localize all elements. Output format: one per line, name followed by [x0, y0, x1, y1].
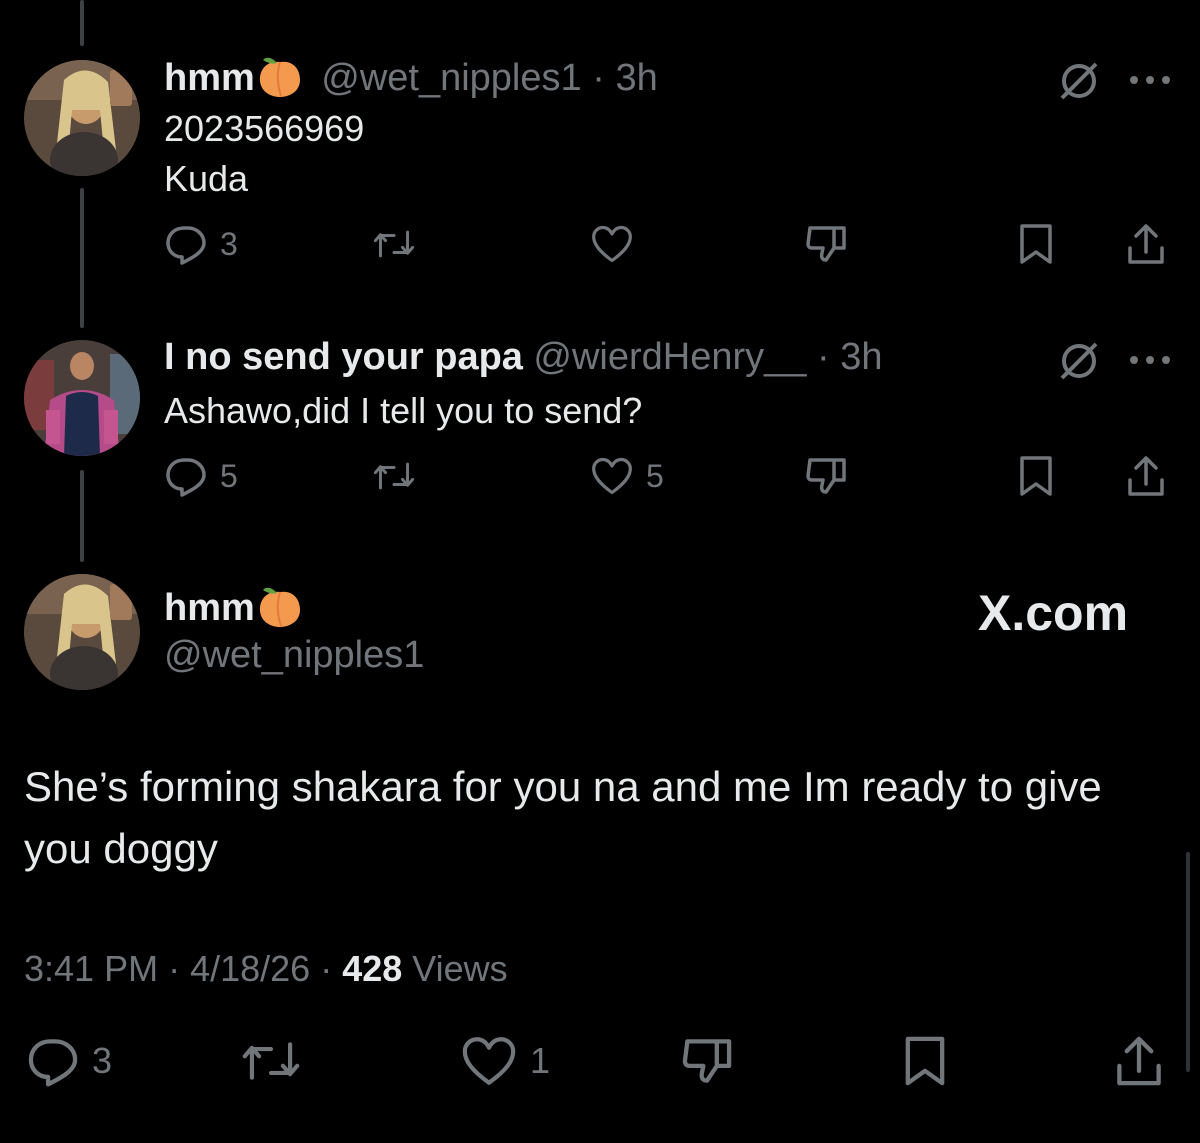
avatar[interactable]	[24, 60, 140, 176]
bookmark-icon	[1020, 456, 1052, 496]
share-button[interactable]	[1124, 222, 1168, 266]
bookmark-button[interactable]	[898, 1034, 952, 1088]
dislike-icon	[806, 458, 846, 494]
tweet-text-line: 2023566969	[164, 108, 365, 149]
like-button[interactable]: 1	[460, 1034, 550, 1088]
reply-count: 3	[92, 1040, 113, 1081]
views-label: Views	[412, 948, 508, 989]
bookmark-icon	[905, 1036, 945, 1086]
tweet-text: Ashawo,did I tell you to send?	[164, 390, 643, 431]
mute-icon[interactable]	[1056, 340, 1102, 387]
mute-icon[interactable]	[1056, 60, 1102, 107]
retweet-button[interactable]	[372, 222, 416, 266]
avatar[interactable]	[24, 340, 140, 456]
avatar[interactable]	[24, 574, 140, 690]
reply-button[interactable]: 5	[164, 454, 238, 498]
dislike-button[interactable]	[680, 1034, 734, 1088]
like-icon	[462, 1037, 516, 1085]
reply-icon	[166, 458, 206, 497]
like-icon	[592, 457, 632, 495]
peach-emoji-icon	[257, 584, 303, 628]
tweet-text: She’s forming shakara for you na and me …	[24, 756, 1102, 880]
tweet1-header: hmm @wet_nipples1 · 3h	[164, 54, 658, 102]
tweet-meta: 3:41 PM · 4/18/26 · 428 Views	[24, 948, 508, 989]
like-button[interactable]: 5	[590, 454, 664, 498]
dislike-icon	[806, 226, 846, 262]
user-handle[interactable]: @wet_nipples1	[164, 634, 424, 677]
watermark: X.com	[978, 585, 1129, 641]
reply-icon	[166, 226, 206, 265]
retweet-icon	[373, 230, 415, 258]
tweet-text-line: Kuda	[164, 158, 249, 199]
action-bar: 3	[0, 222, 1200, 272]
dislike-icon	[682, 1039, 732, 1083]
retweet-button[interactable]	[240, 1034, 302, 1088]
share-button[interactable]	[1112, 1034, 1166, 1088]
dislike-button[interactable]	[804, 222, 848, 266]
like-icon	[592, 225, 632, 263]
more-icon[interactable]	[1130, 356, 1170, 364]
bookmark-button[interactable]	[1014, 222, 1058, 266]
like-count: 1	[530, 1040, 551, 1081]
bookmark-icon	[1020, 224, 1052, 264]
bookmark-button[interactable]	[1014, 454, 1058, 498]
tweet-date[interactable]: 4/18/26	[190, 948, 310, 989]
tweet2-header: I no send your papa @wierdHenry__ · 3h	[164, 336, 883, 378]
reply-icon	[28, 1039, 78, 1087]
scrollbar[interactable]	[1186, 852, 1190, 1072]
reply-button[interactable]: 3	[164, 222, 238, 266]
user-handle[interactable]: @wet_nipples1	[321, 57, 581, 99]
reply-count: 5	[220, 457, 238, 494]
dislike-button[interactable]	[804, 454, 848, 498]
share-icon	[1128, 456, 1164, 496]
tweet-text-line: you doggy	[24, 825, 218, 872]
tweet-time[interactable]: 3:41 PM	[24, 948, 158, 989]
like-button[interactable]	[590, 222, 634, 266]
share-icon	[1117, 1036, 1161, 1086]
reply-button[interactable]: 3	[26, 1034, 112, 1088]
views-count: 428	[342, 948, 403, 989]
tweet-time[interactable]: 3h	[615, 57, 657, 99]
peach-emoji-icon	[257, 54, 303, 98]
retweet-icon	[373, 462, 415, 490]
main-header: hmm	[164, 584, 303, 630]
reply-count: 3	[220, 225, 238, 262]
thread-line-top	[80, 0, 84, 46]
retweet-icon	[242, 1042, 300, 1080]
tweet-time[interactable]: 3h	[840, 336, 882, 378]
action-bar: 5 5	[0, 454, 1200, 504]
display-name[interactable]: hmm	[164, 587, 255, 629]
like-count: 5	[646, 457, 664, 494]
display-name[interactable]: hmm	[164, 57, 255, 99]
tweet-text-line: She’s forming shakara for you na and me …	[24, 763, 1102, 810]
share-button[interactable]	[1124, 454, 1168, 498]
share-icon	[1128, 224, 1164, 264]
user-handle[interactable]: @wierdHenry__	[533, 336, 806, 378]
action-bar: 3 1	[0, 1034, 1200, 1090]
display-name[interactable]: I no send your papa	[164, 336, 523, 378]
more-icon[interactable]	[1130, 76, 1170, 84]
retweet-button[interactable]	[372, 454, 416, 498]
